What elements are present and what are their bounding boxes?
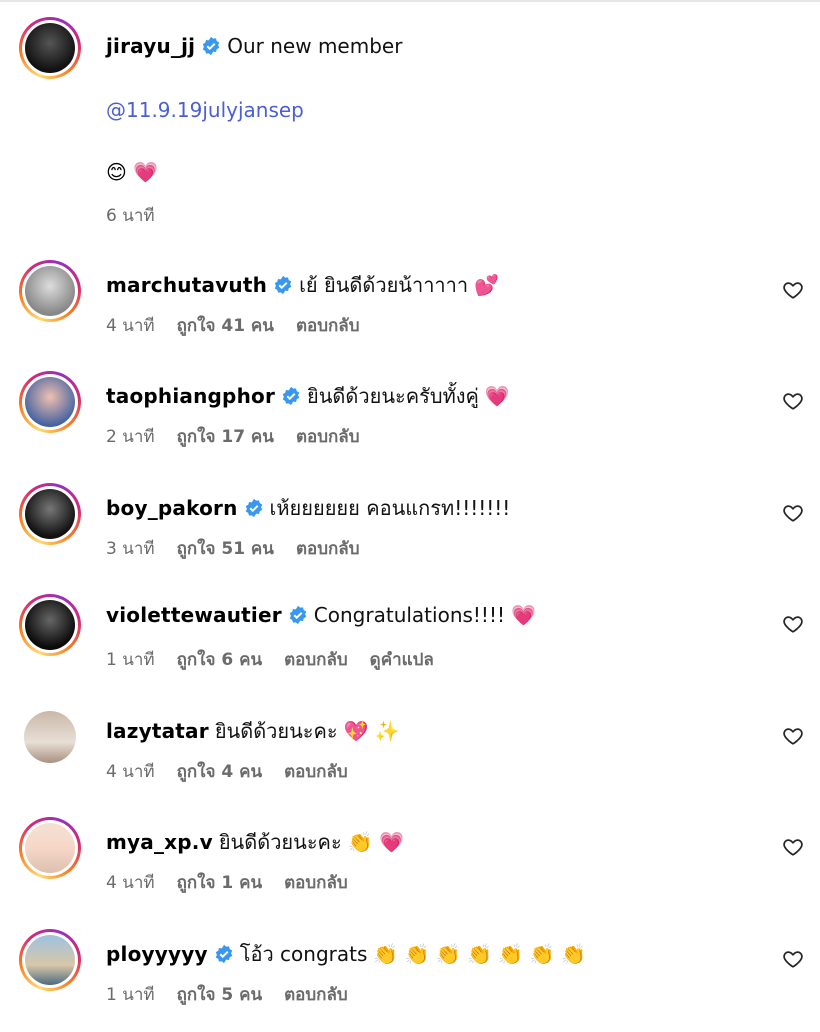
reply-button[interactable]: ตอบกลับ: [296, 535, 360, 562]
like-heart-icon[interactable]: [782, 279, 804, 301]
comment-username[interactable]: boy_pakorn: [106, 496, 238, 520]
comment-emoji: 💖 ✨: [343, 719, 400, 743]
like-heart-icon[interactable]: [782, 725, 804, 747]
reply-button[interactable]: ตอบกลับ: [284, 981, 348, 1008]
comment-time: 4 นาที: [106, 873, 155, 893]
verified-badge-icon: [282, 386, 300, 406]
reply-button[interactable]: ตอบกลับ: [284, 869, 348, 896]
verified-badge-icon: [215, 944, 232, 964]
like-heart-icon[interactable]: [782, 948, 804, 970]
comment-text: Congratulations!!!!: [313, 603, 505, 627]
avatar[interactable]: [19, 483, 81, 545]
like-heart-icon[interactable]: [782, 836, 804, 858]
comment-likes[interactable]: ถูกใจ 41 คน: [177, 312, 274, 339]
like-heart-icon[interactable]: [782, 613, 804, 635]
comment-username[interactable]: lazytatar: [106, 719, 209, 743]
comment-time: 3 นาที: [106, 539, 155, 559]
comment-text: เห้ยยยยยย คอนแกรท!!!!!!!: [269, 496, 511, 520]
reply-button[interactable]: ตอบกลับ: [284, 646, 348, 673]
comment-emoji: 💕: [474, 273, 500, 297]
comment-text: ยินดีด้วยนะคะ: [214, 719, 338, 743]
like-heart-icon[interactable]: [782, 502, 804, 524]
comment-time: 2 นาที: [106, 427, 155, 447]
comment-text: ยินดีด้วยนะคะ: [218, 830, 342, 854]
reply-button[interactable]: ตอบกลับ: [296, 423, 360, 450]
post-time: 6 นาที: [106, 206, 155, 226]
reply-button[interactable]: ตอบกลับ: [284, 758, 348, 785]
comment-text: ยินดีด้วยนะครับทั้งคู่: [307, 384, 479, 408]
comment-emoji: 👏 👏 👏 👏 👏 👏 👏: [373, 942, 586, 966]
comment-likes[interactable]: ถูกใจ 51 คน: [177, 535, 274, 562]
comment-username[interactable]: taophiangphor: [106, 384, 275, 408]
verified-badge-icon: [274, 275, 292, 295]
mention-link[interactable]: @11.9.19julyjansep: [106, 98, 304, 122]
comment-likes[interactable]: ถูกใจ 1 คน: [177, 869, 263, 896]
avatar[interactable]: [19, 17, 81, 79]
comment-emoji: 💗: [484, 384, 510, 408]
comment-time: 4 นาที: [106, 762, 155, 782]
comment-emoji: 👏 💗: [347, 830, 404, 854]
verified-badge-icon: [289, 605, 307, 625]
caption-emojis: 😊 💗: [106, 160, 159, 184]
avatar[interactable]: [19, 929, 81, 991]
reply-button[interactable]: ตอบกลับ: [296, 312, 360, 339]
comment-text: โอ้ว congrats: [239, 942, 368, 966]
comment-time: 1 นาที: [106, 650, 155, 670]
avatar[interactable]: [24, 711, 76, 763]
comment-time: 4 นาที: [106, 316, 155, 336]
comment-username[interactable]: ployyyyy: [106, 942, 208, 966]
avatar[interactable]: [19, 817, 81, 879]
caption-text: Our new member: [227, 34, 403, 58]
comment-username[interactable]: marchutavuth: [106, 273, 267, 297]
avatar[interactable]: [19, 371, 81, 433]
comment-likes[interactable]: ถูกใจ 17 คน: [177, 423, 274, 450]
comment-likes[interactable]: ถูกใจ 6 คน: [177, 646, 263, 673]
username[interactable]: jirayu_jj: [106, 34, 195, 58]
comment-emoji: 💗: [510, 603, 536, 627]
top-divider: [0, 0, 820, 2]
comment-time: 1 นาที: [106, 985, 155, 1005]
verified-badge-icon: [203, 36, 220, 56]
comment-username[interactable]: mya_xp.v: [106, 830, 213, 854]
comment-likes[interactable]: ถูกใจ 4 คน: [177, 758, 263, 785]
comment-text: เย้ ยินดีด้วยน้าาาาา: [299, 273, 469, 297]
translate-button[interactable]: ดูคำแปล: [370, 646, 434, 673]
comment-username[interactable]: violettewautier: [106, 603, 282, 627]
avatar[interactable]: [19, 594, 81, 656]
comment-likes[interactable]: ถูกใจ 5 คน: [177, 981, 263, 1008]
like-heart-icon[interactable]: [782, 390, 804, 412]
avatar[interactable]: [19, 260, 81, 322]
verified-badge-icon: [245, 498, 262, 518]
